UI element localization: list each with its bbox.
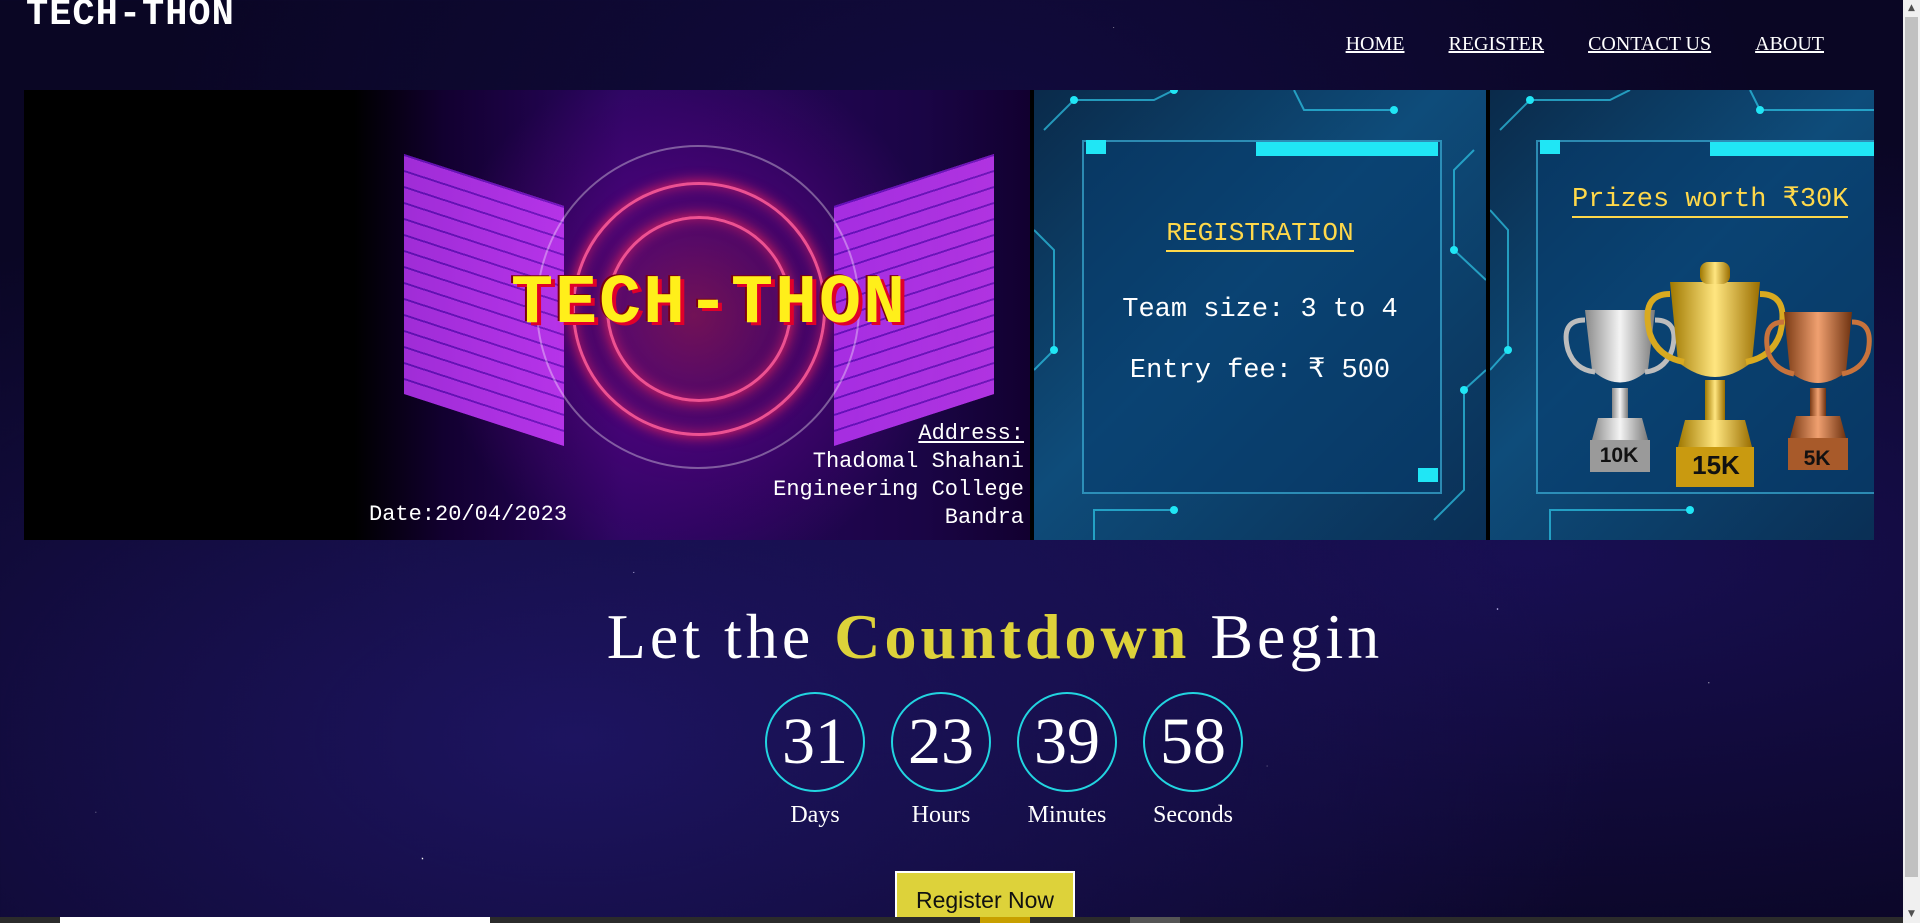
address-line: Engineering College: [773, 477, 1024, 502]
entry-fee-text: Entry fee: ₹ 500: [1129, 356, 1391, 386]
hero-slide: TECH-THON Date:20/04/2023 Address: Thado…: [24, 90, 1030, 540]
timer-label: Days: [790, 802, 840, 828]
registration-slide: REGISTRATION Team size: 3 to 4 Entry fee…: [1034, 90, 1486, 540]
bottom-strip-segment: [980, 917, 1030, 923]
timer-value: 23: [891, 692, 991, 792]
bottom-strip-segment: [60, 917, 490, 923]
timer-label: Seconds: [1153, 802, 1233, 828]
registration-title: REGISTRATION: [1034, 218, 1486, 252]
frame-accent-graphic: [1256, 142, 1438, 156]
timer-days: 31 Days: [764, 692, 866, 829]
timer-label: Hours: [911, 802, 971, 828]
bottom-strip-segment: [1130, 917, 1180, 923]
frame-accent-graphic: [1086, 140, 1106, 154]
register-now-button[interactable]: Register Now: [895, 871, 1075, 921]
frame-accent-graphic: [1540, 140, 1560, 154]
timer-value: 39: [1017, 692, 1117, 792]
event-date: Date:20/04/2023: [369, 502, 568, 527]
timer-seconds: 58 Seconds: [1142, 692, 1244, 829]
prizes-slide: Prizes worth ₹30K 10K 15K 5K: [1490, 90, 1874, 540]
event-address: Address: Thadomal Shahani Engineering Co…: [773, 420, 1024, 532]
countdown-heading-accent: Countdown: [834, 601, 1191, 672]
nav-home-link[interactable]: HOME: [1346, 33, 1405, 56]
second-place-prize-label: 5K: [1803, 447, 1831, 470]
prizes-title: Prizes worth ₹30K: [1572, 182, 1849, 218]
timer-value: 58: [1143, 692, 1243, 792]
address-line: Bandra: [944, 505, 1024, 530]
scroll-up-arrow-icon[interactable]: ▲: [1903, 0, 1920, 17]
frame-accent-graphic: [1418, 468, 1438, 482]
address-title: Address:: [918, 421, 1024, 446]
team-size-text: Team size: 3 to 4: [1122, 295, 1398, 325]
site-logo: TECH-THON: [26, 0, 235, 36]
vertical-scrollbar[interactable]: ▲ ▼: [1903, 0, 1920, 923]
main-nav: HOME REGISTER CONTACT US ABOUT: [1346, 33, 1824, 56]
countdown-timer: 31 Days 23 Hours 39 Minutes 58 Seconds: [764, 692, 1244, 829]
scroll-down-arrow-icon[interactable]: ▼: [1903, 906, 1920, 923]
countdown-heading: Let the Countdown Begin: [606, 601, 1384, 672]
timer-minutes: 39 Minutes: [1016, 692, 1118, 829]
address-line: Thadomal Shahani: [812, 449, 1024, 474]
first-place-prize-label: 15K: [1692, 450, 1740, 480]
nav-about-link[interactable]: ABOUT: [1755, 33, 1824, 56]
bottom-strip: [0, 917, 1903, 923]
scrollbar-thumb[interactable]: [1905, 17, 1918, 877]
nav-contact-link[interactable]: CONTACT US: [1588, 33, 1711, 56]
timer-hours: 23 Hours: [890, 692, 992, 829]
banner-carousel[interactable]: TECH-THON Date:20/04/2023 Address: Thado…: [24, 90, 1874, 540]
nav-register-link[interactable]: REGISTER: [1449, 33, 1545, 56]
third-place-prize-label: 10K: [1599, 444, 1639, 467]
frame-accent-graphic: [1710, 142, 1874, 156]
timer-value: 31: [765, 692, 865, 792]
timer-label: Minutes: [1027, 802, 1107, 828]
hero-title: TECH-THON: [510, 265, 908, 344]
